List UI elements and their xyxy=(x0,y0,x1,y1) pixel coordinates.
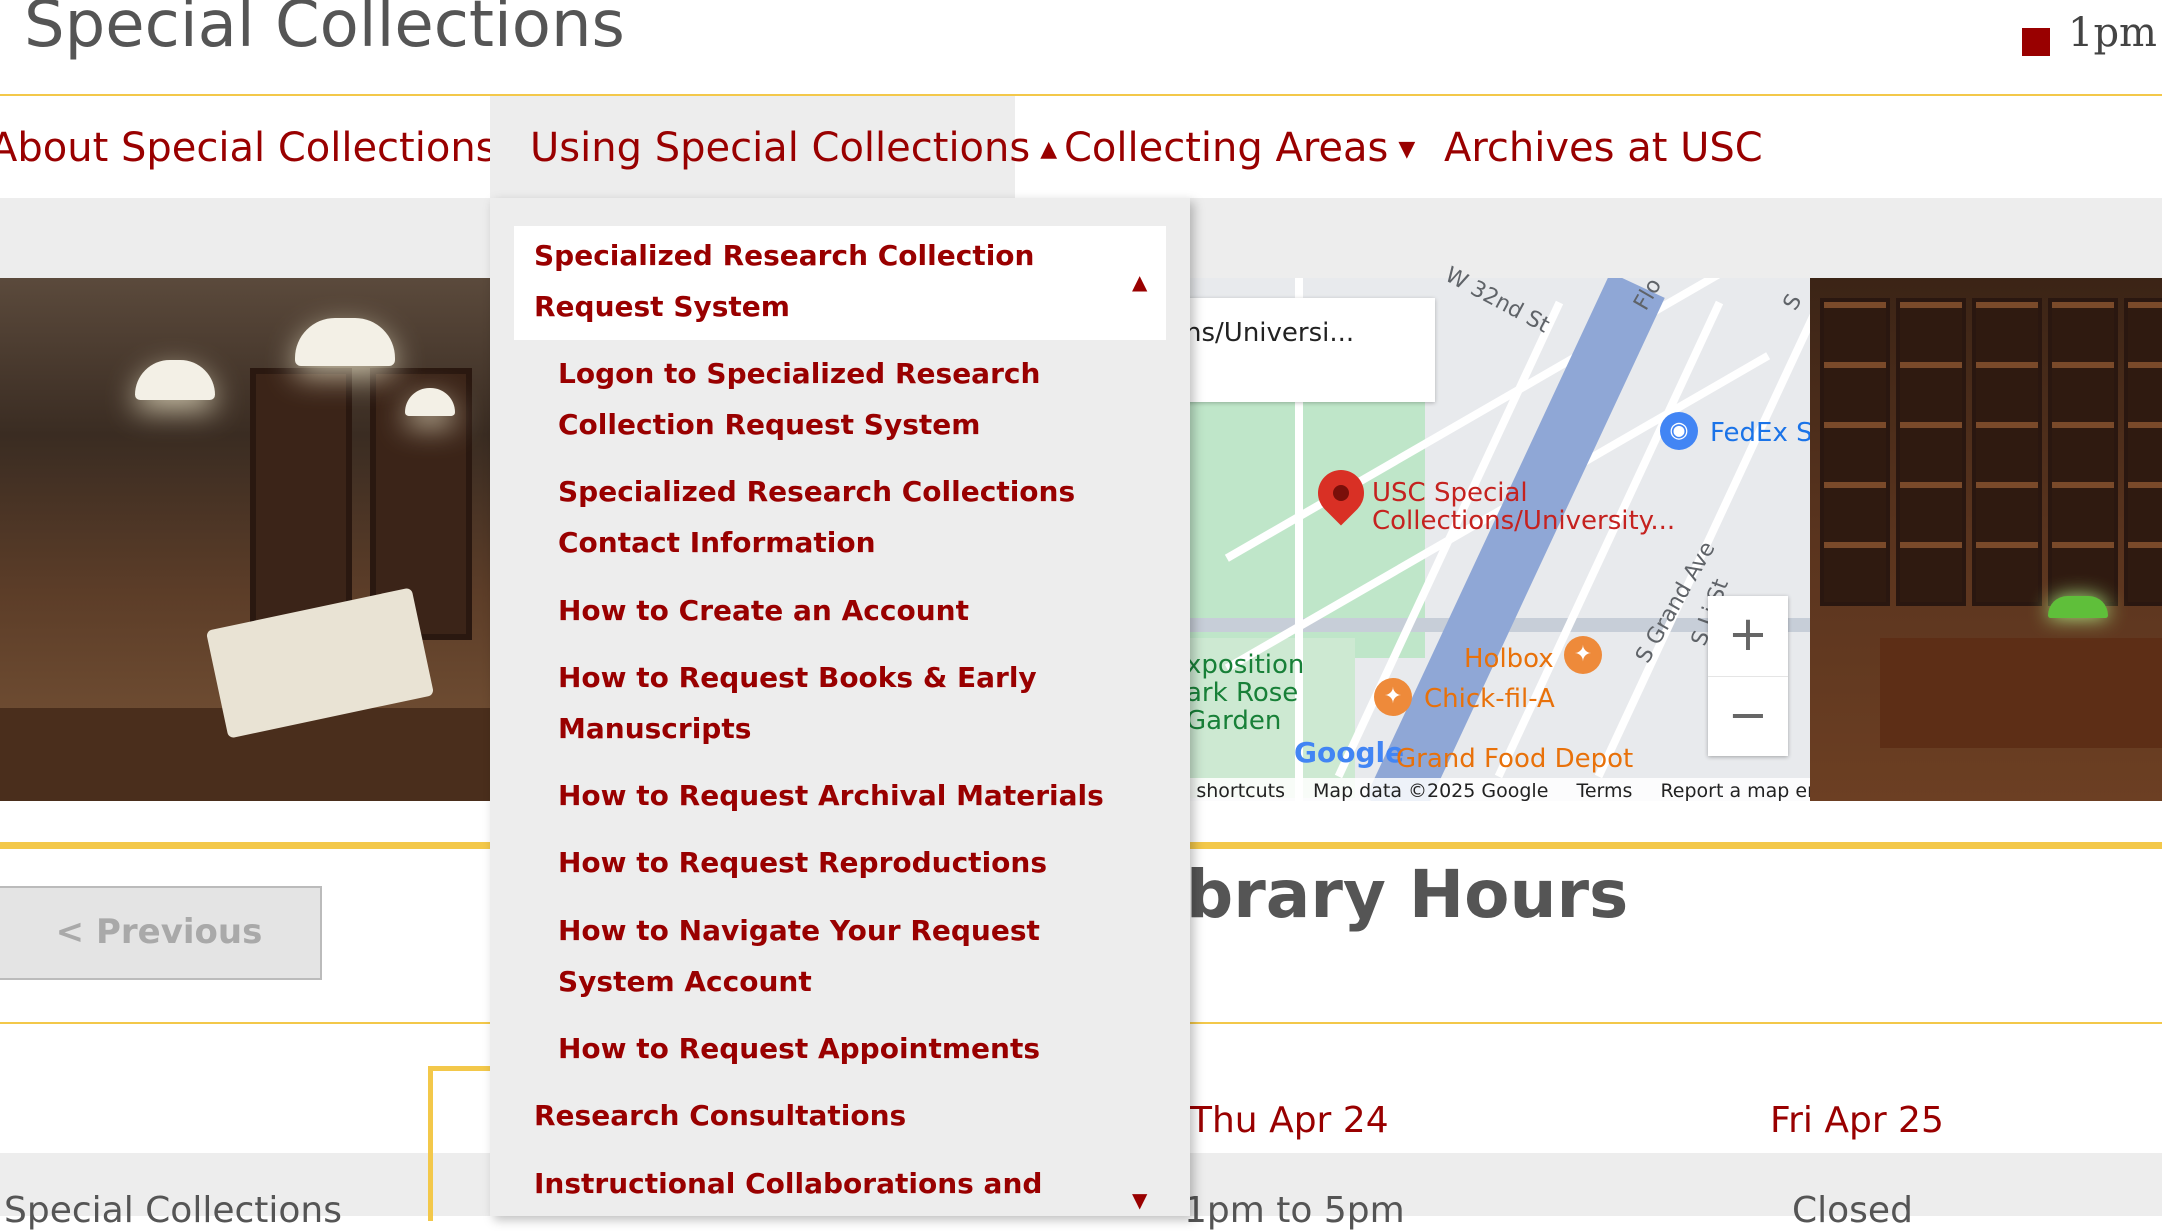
restaurant-icon[interactable]: ✦ xyxy=(1564,636,1602,674)
menu-subitem[interactable]: How to Request Appointments xyxy=(558,1023,1158,1074)
reading-room-photo xyxy=(0,278,490,801)
menu-subitem[interactable]: How to Request Reproductions xyxy=(558,837,1158,888)
keyboard-shortcuts-link[interactable]: l shortcuts xyxy=(1185,780,1285,802)
library-hours-heading: brary Hours xyxy=(1186,856,1629,933)
map-data-text: Map data ©2025 Google xyxy=(1313,780,1549,802)
menu-item-research-consultations[interactable]: Research Consultations xyxy=(534,1090,1134,1141)
park-label: ark Rose xyxy=(1186,678,1299,708)
main-nav: About Special Collections▼ Using Special… xyxy=(0,94,2162,200)
map-place-card[interactable]: ns/Universi... xyxy=(1185,298,1435,402)
menu-subitem[interactable]: How to Request Archival Materials xyxy=(558,770,1158,821)
menu-item-request-system[interactable]: Specialized Research Collection Request … xyxy=(534,230,1134,332)
nav-item-archives[interactable]: Archives at USC xyxy=(1444,96,1763,200)
hours-value-fri: Closed xyxy=(1792,1190,1913,1231)
poi-label-usc-line2[interactable]: Collections/University... xyxy=(1372,506,1675,536)
nav-item-label: Collecting Areas xyxy=(1064,125,1389,171)
google-logo: Google xyxy=(1294,736,1405,769)
menu-subitem[interactable]: Specialized Research Collections Contact… xyxy=(558,466,1158,568)
menu-item-instructional-collaborations[interactable]: Instructional Collaborations and Class xyxy=(534,1158,1134,1216)
map-zoom-controls: + − xyxy=(1708,596,1788,756)
status-indicator-icon xyxy=(2022,28,2050,56)
using-special-collections-menu: Specialized Research Collection Request … xyxy=(490,198,1190,1216)
caret-down-icon: ▼ xyxy=(1398,137,1416,162)
caret-up-icon[interactable]: ▲ xyxy=(1132,270,1147,294)
nav-item-label: Using Special Collections xyxy=(530,125,1031,171)
status-text: 1pm t xyxy=(2068,10,2162,56)
park-label: Garden xyxy=(1186,706,1282,736)
menu-subitem[interactable]: How to Navigate Your Request System Acco… xyxy=(558,905,1158,1007)
menu-subitem[interactable]: How to Create an Account xyxy=(558,585,1158,636)
library-shelves-photo xyxy=(1810,278,2162,801)
hours-value-thu: 1pm to 5pm xyxy=(1184,1190,1405,1231)
today-highlight xyxy=(428,1066,493,1221)
nav-item-about[interactable]: About Special Collections▼ xyxy=(0,96,523,200)
zoom-in-button[interactable]: + xyxy=(1708,596,1788,676)
poi-label-fedex[interactable]: FedEx S xyxy=(1710,418,1813,448)
nav-item-using[interactable]: Using Special Collections ▲ xyxy=(490,96,1057,200)
nav-item-collecting-areas[interactable]: Collecting Areas ▼ xyxy=(1064,96,1415,200)
caret-up-icon: ▲ xyxy=(1040,137,1058,162)
poi-label-chickfila[interactable]: Chick-fil-A xyxy=(1424,684,1555,714)
day-header-fri: Fri Apr 25 xyxy=(1770,1100,1944,1141)
restaurant-icon[interactable]: ✦ xyxy=(1374,678,1412,716)
location-label: Special Collections xyxy=(4,1190,342,1231)
poi-label-usc[interactable]: USC Special xyxy=(1372,478,1528,508)
map-footer: l shortcuts Map data ©2025 Google Terms … xyxy=(1185,778,1841,804)
nav-item-label: Archives at USC xyxy=(1444,125,1763,171)
poi-label-grand-food[interactable]: Grand Food Depot xyxy=(1396,744,1633,774)
site-title[interactable]: Special Collections xyxy=(24,0,625,62)
terms-link[interactable]: Terms xyxy=(1576,780,1632,802)
previous-button[interactable]: < Previous xyxy=(0,886,322,980)
menu-subitem[interactable]: Logon to Specialized Research Collection… xyxy=(558,348,1158,450)
zoom-out-button[interactable]: − xyxy=(1708,676,1788,757)
pin-center xyxy=(1333,485,1349,501)
nav-item-label: About Special Collections xyxy=(0,125,497,171)
caret-down-icon[interactable]: ▼ xyxy=(1132,1188,1147,1212)
day-header-thu: Thu Apr 24 xyxy=(1190,1100,1389,1141)
shopping-bag-icon[interactable]: ◉ xyxy=(1660,412,1698,450)
menu-subitem[interactable]: How to Request Books & Early Manuscripts xyxy=(558,652,1158,754)
park-label: xposition xyxy=(1186,650,1305,680)
poi-label-holbox[interactable]: Holbox xyxy=(1464,644,1554,674)
